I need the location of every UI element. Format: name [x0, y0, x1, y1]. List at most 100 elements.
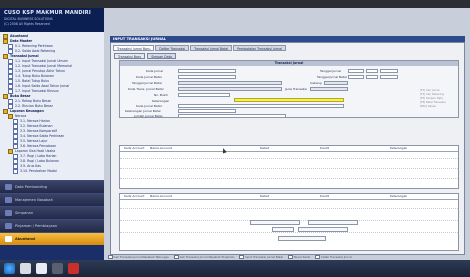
- kode-jurnal-batal-field[interactable]: [178, 75, 236, 79]
- nav-group-button[interactable]: Data Pembanding: [0, 180, 104, 193]
- dialog-buttons: Transaksi Baru Simpan Data: [114, 53, 178, 59]
- grid-header: Kode Account Nama Account Debet Kredit Keter…: [120, 194, 458, 200]
- cabang-field[interactable]: [324, 81, 348, 85]
- tanggal-batal-year-field[interactable]: [380, 75, 398, 79]
- total-debet-box: [250, 220, 300, 225]
- status-option[interactable]: Tanpa Saldo: [288, 254, 310, 260]
- app-copyright: (C) 2008 All Rights Reserved: [4, 22, 50, 26]
- status-option[interactable]: Cek Transaksi Jurnal Nasabah Pinjaman: [174, 254, 235, 260]
- field-label: Tanggal Jurnal: [320, 69, 342, 73]
- tanggal-month-field[interactable]: [366, 69, 378, 73]
- input-jurnal-dialog: Transaksi Jurnal Baru Daftar Transaksi Tra…: [110, 42, 465, 255]
- field-label: Jumlah Jurnal Batal: [134, 114, 163, 118]
- grid-column-header: Debet: [260, 146, 270, 150]
- grid-line: [120, 158, 458, 159]
- app-icon[interactable]: [68, 263, 79, 274]
- menu-tree: Akuntansi Data Master 0.1. Rekening Perkir…: [0, 32, 104, 180]
- kode-batal-field[interactable]: [178, 104, 344, 108]
- grid-column-header: Keterangan: [390, 146, 408, 150]
- nav-group-button[interactable]: Simpanan: [0, 206, 104, 219]
- section-title: Transaksi Jurnal: [120, 61, 458, 66]
- keterangan-field[interactable]: [234, 98, 344, 102]
- dialog-tab[interactable]: Transaksi Jurnal Baru: [113, 45, 155, 51]
- media-icon[interactable]: [52, 263, 63, 274]
- checkbox-icon[interactable]: [239, 254, 244, 260]
- balance-box: [278, 236, 326, 241]
- tanggal-year-field[interactable]: [380, 69, 398, 73]
- nav-group-button[interactable]: Pinjaman / Pembiayaan: [0, 219, 104, 232]
- module-icon: [5, 197, 12, 203]
- tanggal-batal-field[interactable]: [178, 81, 282, 85]
- nav-group-label: Simpanan: [15, 211, 34, 215]
- grid-column-header: Kredit: [320, 146, 329, 150]
- keterangan-batal-field[interactable]: [178, 109, 236, 113]
- nav-group-button[interactable]: Akuntansi: [0, 232, 104, 245]
- app-header: CUSO KSP MAKMUR MANDIRI DIGITAL BUSINESS…: [0, 8, 104, 32]
- kode-trans-field[interactable]: [178, 87, 282, 91]
- selisih-box: [272, 227, 294, 232]
- grid-header: Kode Account Nama Account Debet Kredit Keter…: [120, 146, 458, 152]
- dialog-tab[interactable]: Daftar Transaksi: [155, 45, 190, 51]
- explorer-icon[interactable]: [20, 263, 31, 274]
- jenis-transaksi-field[interactable]: [310, 87, 348, 91]
- grid-column-header: Kode Account: [124, 194, 145, 198]
- no-bukti-field[interactable]: [178, 93, 230, 97]
- app-subtitle: DIGITAL BUSINESS SOLUTIONS: [4, 17, 53, 21]
- save-button[interactable]: Simpan Data: [147, 53, 176, 59]
- grid-column-header: Keterangan: [390, 194, 408, 198]
- status-option-label: Cek Transaksi Jurnal Nasabah Pinjaman: [179, 255, 235, 259]
- grid-column-header: Kode Account: [124, 146, 145, 150]
- grid-line: [120, 168, 458, 169]
- journal-grid-top[interactable]: Kode Account Nama Account Debet Kredit Keter…: [119, 145, 459, 189]
- shortcut-note: [ESC] Keluar: [420, 105, 437, 108]
- dialog-tab[interactable]: Pembatalan Transaksi Jurnal: [233, 45, 287, 51]
- main-area: INPUT TRANSAKSI JURNAL Transaksi Jurnal …: [104, 8, 470, 260]
- grid-column-header: Kredit: [320, 194, 329, 198]
- grid-column-header: Nama Account: [150, 146, 172, 150]
- dialog-tabs: Transaksi Jurnal Baru Daftar Transaksi Tra…: [113, 45, 287, 51]
- grid-column-header: Debet: [260, 194, 270, 198]
- checkbox-icon[interactable]: [174, 254, 179, 260]
- nav-groups: Data Pembanding Manajemen Nasabah Simpanan…: [0, 180, 104, 245]
- status-option[interactable]: Input Transaksi Jurnal Batal: [239, 254, 283, 260]
- tanggal-batal-day-field[interactable]: [348, 75, 364, 79]
- jumlah-batal-field[interactable]: [178, 114, 286, 118]
- journal-grid-bottom[interactable]: Kode Account Nama Account Debet Kredit Keter…: [119, 193, 459, 251]
- module-icon: [5, 184, 12, 190]
- field-label: Kode Trans. Jurnal Batal: [128, 87, 164, 91]
- field-label: Keterangan Jurnal Batal: [125, 109, 161, 113]
- tree-item-label: 3.10. Perubahan Modal: [20, 169, 57, 173]
- tanggal-day-field[interactable]: [348, 69, 364, 73]
- browser-icon[interactable]: [36, 263, 47, 274]
- field-label: Kode Jurnal Batal: [136, 104, 162, 108]
- status-option-label: Cetak Transaksi Jurnal: [320, 255, 352, 259]
- field-label: Jenis Transaksi: [285, 87, 307, 91]
- transaction-form: Transaksi Jurnal Kode Jurnal Kode Jurnal…: [119, 60, 459, 118]
- dialog-tab[interactable]: Transaksi Jurnal Batal: [190, 45, 233, 51]
- shortcut-note: [F5] Simpan Data: [420, 97, 443, 100]
- checkbox-icon[interactable]: [315, 254, 320, 260]
- field-label: Keterangan: [152, 99, 170, 103]
- kode-jurnal-field[interactable]: [178, 69, 236, 73]
- checkbox-icon[interactable]: [108, 254, 113, 260]
- nav-group-button[interactable]: Manajemen Nasabah: [0, 193, 104, 206]
- monitor-bezel: [0, 0, 470, 8]
- grid-line: [120, 232, 458, 233]
- shortcut-note: [F3] Cari Rekening: [420, 93, 444, 96]
- field-label: Kode Jurnal: [146, 69, 163, 73]
- new-transaction-button[interactable]: Transaksi Baru: [114, 53, 146, 59]
- module-icon: [5, 210, 12, 216]
- tree-item[interactable]: 3.10. Perubahan Modal: [0, 169, 104, 174]
- module-icon: [5, 223, 12, 229]
- nav-group-label: Data Pembanding: [15, 185, 48, 189]
- shortcut-note: [F2] Cari Jurnal: [420, 89, 440, 92]
- status-option[interactable]: Cek Transaksi Jurnal Nasabah Tabungan: [108, 254, 169, 260]
- start-icon[interactable]: [4, 263, 15, 274]
- tanggal-batal-month-field[interactable]: [366, 75, 378, 79]
- selisih-value-box: [298, 227, 348, 232]
- grid-column-header: Nama Account: [150, 194, 172, 198]
- checkbox-icon[interactable]: [288, 254, 293, 260]
- doc-icon: [13, 169, 18, 174]
- field-label: Cabang: [310, 81, 322, 85]
- status-option[interactable]: Cetak Transaksi Jurnal: [315, 254, 352, 260]
